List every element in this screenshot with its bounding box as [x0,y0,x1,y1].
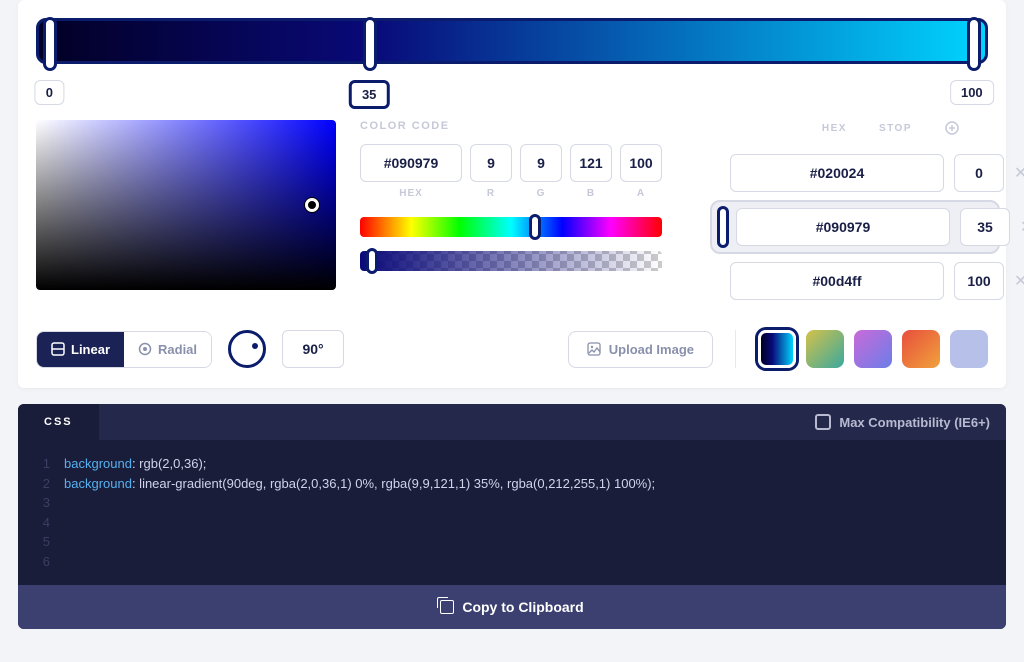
max-compat-toggle[interactable]: Max Compatibility (IE6+) [815,414,1006,430]
preset-4[interactable] [950,330,988,368]
stops-panel: HEX STOP ✕ ✕ [710,120,1000,308]
preset-0[interactable] [758,330,796,368]
hue-slider[interactable] [360,217,662,237]
preset-list [758,330,988,368]
stop-delete-1[interactable]: ✕ [1020,217,1024,237]
preset-3[interactable] [902,330,940,368]
code-body[interactable]: 1background: rgb(2,0,36);2background: li… [18,440,1006,585]
css-tab[interactable]: css [18,404,99,440]
editor-main-row: COLOR CODE HEX R G B A [36,120,988,308]
toolbar: Linear Radial Upload Image [36,330,988,368]
a-input[interactable] [620,144,662,182]
preset-2[interactable] [854,330,892,368]
color-input-panel: COLOR CODE HEX R G B A [360,120,662,308]
image-icon [587,342,601,356]
stop-hex-input-1[interactable] [736,208,950,246]
code-line: 2background: linear-gradient(90deg, rgba… [18,474,1006,494]
add-stop-button[interactable] [944,120,960,136]
stop-row-2[interactable]: ✕ [710,254,1000,308]
r-input[interactable] [470,144,512,182]
stop-row-0[interactable]: ✕ [710,146,1000,200]
hue-handle[interactable] [529,214,541,240]
stops-stop-label: STOP [879,123,912,134]
clipboard-icon [440,600,454,614]
angle-knob[interactable] [228,330,266,368]
r-sublabel: R [470,188,512,199]
radial-button[interactable]: Radial [124,332,211,367]
stop-swatch-1[interactable] [720,209,726,245]
stop-row-1[interactable]: ✕ [710,200,1000,254]
code-output-panel: css Max Compatibility (IE6+) 1background… [18,404,1006,629]
checkbox-icon [815,414,831,430]
stop-hex-input-2[interactable] [730,262,944,300]
channel-labels: HEX R G B A [360,188,662,199]
a-sublabel: A [620,188,662,199]
stops-hex-label: HEX [822,123,847,134]
upload-image-button[interactable]: Upload Image [568,331,713,368]
sv-cursor[interactable] [305,198,319,212]
stop-position-labels: 0 35 100 [36,80,988,106]
plus-circle-icon [945,121,959,135]
linear-button[interactable]: Linear [37,332,124,367]
stop-label-2[interactable]: 100 [950,80,994,105]
stop-delete-0[interactable]: ✕ [1014,163,1024,183]
code-line: 4 [18,513,1006,533]
stop-delete-2[interactable]: ✕ [1014,271,1024,291]
angle-input[interactable] [282,330,344,368]
alpha-slider[interactable] [360,251,662,271]
stop-hex-input-0[interactable] [730,154,944,192]
gradient-editor: 0 35 100 COLOR CODE HEX R G B A [18,0,1006,388]
preset-1[interactable] [806,330,844,368]
stops-header: HEX STOP [710,120,1000,136]
stop-pos-input-2[interactable] [954,262,1004,300]
color-picker [36,120,336,308]
alpha-handle[interactable] [366,248,378,274]
code-line: 1background: rgb(2,0,36); [18,454,1006,474]
gradient-type-segment: Linear Radial [36,331,212,368]
stop-handle-0[interactable] [43,17,57,71]
stop-pos-input-0[interactable] [954,154,1004,192]
linear-icon [51,342,65,356]
code-line: 5 [18,532,1006,552]
gradient-preview-bar [36,18,988,64]
gradient-track[interactable] [36,18,988,64]
copy-to-clipboard-button[interactable]: Copy to Clipboard [18,585,1006,629]
b-input[interactable] [570,144,612,182]
g-sublabel: G [520,188,562,199]
stop-label-1[interactable]: 35 [349,80,389,109]
b-sublabel: B [570,188,612,199]
stop-handle-2[interactable] [967,17,981,71]
hex-input[interactable] [360,144,462,182]
stop-pos-input-1[interactable] [960,208,1010,246]
stop-label-0[interactable]: 0 [35,80,64,105]
radial-icon [138,342,152,356]
code-line: 3 [18,493,1006,513]
code-line: 6 [18,552,1006,572]
saturation-value-picker[interactable] [36,120,336,290]
hex-sublabel: HEX [360,188,462,199]
stop-handle-1[interactable] [363,17,377,71]
code-header: css Max Compatibility (IE6+) [18,404,1006,440]
color-code-label: COLOR CODE [360,120,662,132]
g-input[interactable] [520,144,562,182]
toolbar-divider [735,330,736,368]
